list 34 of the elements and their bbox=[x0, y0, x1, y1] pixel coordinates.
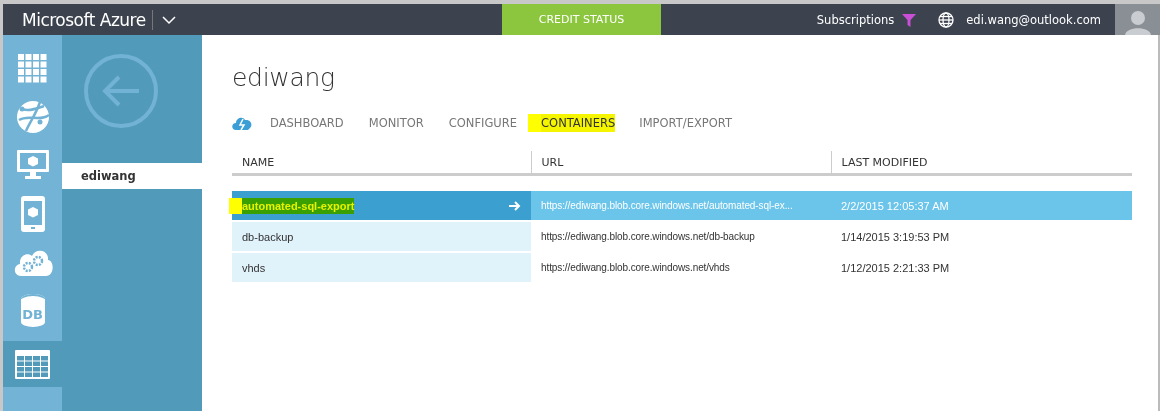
filter-icon[interactable] bbox=[902, 12, 917, 27]
table-cell: 1/14/2015 3:19:53 PM bbox=[831, 221, 1132, 252]
tab[interactable]: CONFIGURE bbox=[447, 114, 519, 132]
tab[interactable]: MONITOR bbox=[367, 114, 425, 132]
grid-icon bbox=[18, 53, 47, 83]
table-cell: https://ediwang.blob.core.windows.net/automated-sql-ex... bbox=[531, 190, 831, 221]
monitor-icon bbox=[16, 150, 49, 181]
phone-icon bbox=[20, 195, 45, 232]
account-email[interactable]: edi.wang@outlook.com bbox=[966, 12, 1101, 27]
table-cell: 2/2/2015 12:05:37 AM bbox=[831, 190, 1132, 221]
database-icon: DB bbox=[20, 294, 45, 328]
tab[interactable]: DASHBOARD bbox=[269, 114, 345, 132]
table-cell: https://ediwang.blob.core.windows.net/vhds bbox=[531, 252, 831, 283]
table-icon bbox=[15, 349, 50, 379]
brand-name: Microsoft Azure bbox=[22, 9, 147, 30]
cloud-lightning-icon bbox=[232, 116, 252, 130]
nav-item[interactable]: ediwang bbox=[62, 163, 202, 189]
chevron-down-icon[interactable] bbox=[162, 14, 176, 25]
table-cell: https://ediwang.blob.core.windows.net/db-backup bbox=[531, 221, 831, 252]
column-header[interactable]: NAME bbox=[232, 151, 531, 175]
page-title: ediwang bbox=[232, 63, 336, 93]
avatar[interactable] bbox=[1115, 4, 1160, 35]
globe-icon[interactable] bbox=[938, 11, 955, 28]
container-name[interactable]: vhds bbox=[242, 261, 266, 274]
table-cell: 1/12/2015 2:21:33 PM bbox=[831, 252, 1132, 283]
column-header[interactable]: LAST MODIFIED bbox=[831, 151, 1132, 175]
nav-rail-item[interactable] bbox=[3, 341, 62, 387]
container-name[interactable]: db-backup bbox=[242, 230, 294, 243]
subscriptions-link[interactable]: Subscriptions bbox=[816, 12, 895, 27]
column-header[interactable]: URL bbox=[531, 151, 831, 175]
arrow-right-icon[interactable] bbox=[509, 200, 521, 211]
tab[interactable]: IMPORT/EXPORT bbox=[638, 114, 733, 132]
globe-icon bbox=[15, 99, 50, 134]
person-icon bbox=[1123, 9, 1152, 35]
